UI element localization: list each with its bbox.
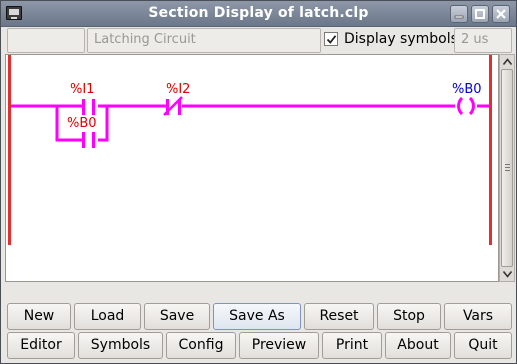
branch-wire-right — [98, 106, 109, 142]
maximize-icon — [475, 9, 485, 19]
reset-button[interactable]: Reset — [304, 303, 374, 330]
scroll-up-arrow-icon[interactable] — [502, 57, 513, 67]
load-button[interactable]: Load — [74, 303, 141, 330]
quit-button[interactable]: Quit — [454, 332, 512, 359]
symbols-button[interactable]: Symbols — [78, 332, 163, 359]
window-title: Section Display of latch.clp — [148, 5, 369, 21]
section-name-field[interactable]: Latching Circuit — [87, 28, 321, 53]
save-as-button[interactable]: Save As — [213, 303, 301, 330]
grip-line — [505, 164, 510, 165]
maximize-button[interactable] — [471, 5, 489, 23]
contact-b0-parallel[interactable] — [82, 132, 95, 148]
minimize-icon — [454, 15, 464, 19]
minimize-button[interactable] — [450, 5, 468, 23]
left-field[interactable] — [7, 28, 85, 53]
vertical-scrollbar[interactable] — [499, 54, 515, 282]
close-button[interactable] — [492, 5, 510, 23]
title-bar[interactable]: Section Display of latch.clp — [1, 1, 516, 27]
left-power-rail — [8, 55, 11, 245]
display-symbols-checkbox[interactable] — [324, 32, 338, 46]
scrollbar-thumb[interactable] — [501, 69, 513, 267]
editor-button[interactable]: Editor — [7, 332, 75, 359]
close-icon — [496, 9, 506, 19]
section-display-window: Section Display of latch.clp Latching Ci… — [0, 0, 517, 364]
contact-i1-label: %I1 — [70, 82, 95, 97]
grip-line — [505, 167, 510, 168]
about-button[interactable]: About — [385, 332, 451, 359]
contact-i2-label: %I2 — [166, 82, 191, 97]
save-button[interactable]: Save — [144, 303, 210, 330]
contact-b0-label: %B0 — [67, 116, 97, 131]
stop-button[interactable]: Stop — [377, 303, 441, 330]
contact-i2-nc[interactable] — [163, 96, 183, 116]
contact-i1[interactable] — [82, 99, 95, 115]
display-symbols-label[interactable]: Display symbols — [344, 31, 458, 47]
coil-b0-label: %B0 — [452, 82, 482, 97]
checkmark-icon — [326, 35, 337, 44]
right-power-rail — [489, 55, 492, 245]
scroll-down-arrow-icon[interactable] — [502, 269, 513, 279]
config-button[interactable]: Config — [166, 332, 236, 359]
ladder-canvas[interactable]: %I1 %B0 %I2 %B0 — [5, 54, 499, 282]
vars-button[interactable]: Vars — [444, 303, 512, 330]
coil-b0[interactable] — [457, 96, 475, 116]
print-button[interactable]: Print — [322, 332, 382, 359]
cycle-time-field[interactable]: 2 us — [454, 28, 512, 53]
grip-line — [505, 170, 510, 171]
new-button[interactable]: New — [7, 303, 71, 330]
preview-button[interactable]: Preview — [239, 332, 319, 359]
